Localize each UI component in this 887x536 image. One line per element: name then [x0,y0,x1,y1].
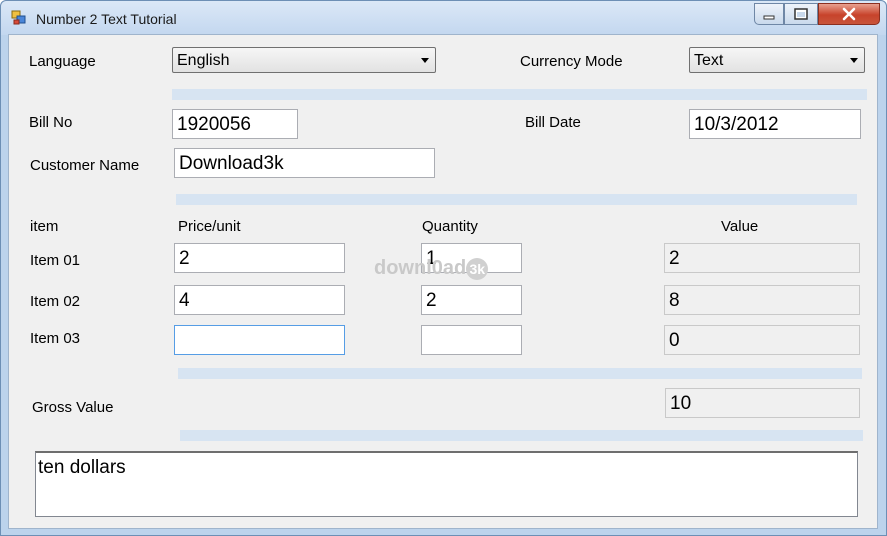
maximize-button[interactable] [784,3,818,25]
value-output: 8 [664,285,860,315]
quantity-column-header: Quantity [422,218,478,235]
gross-value-output: 10 [665,388,860,418]
separator [172,89,867,100]
watermark-logo: downl0ad 3k [374,257,489,280]
separator [176,194,857,205]
customer-name-label: Customer Name [30,157,140,174]
line-value: 0 [669,330,680,351]
separator [180,430,863,441]
bill-date-value: 10/3/2012 [694,114,779,135]
currency-mode-select[interactable]: Text [689,47,865,73]
language-label: Language [29,53,96,70]
minimize-button[interactable] [754,3,784,25]
window-title: Number 2 Text Tutorial [36,11,177,27]
value-output: 0 [664,325,860,355]
currency-mode-select-value: Text [694,52,724,69]
gross-value-label: Gross Value [32,399,114,416]
currency-mode-label: Currency Mode [520,53,623,70]
bill-no-value: 1920056 [177,114,251,135]
close-icon [842,7,856,21]
app-icon [11,10,26,25]
price-input[interactable] [174,325,345,355]
price-input[interactable]: 4 [174,285,345,315]
gross-value: 10 [670,393,692,414]
quantity-input[interactable] [421,325,522,355]
language-select[interactable]: English [172,47,436,73]
language-select-value: English [177,52,230,69]
maximize-icon [794,8,808,20]
watermark-text: downl0ad [374,257,467,279]
watermark-badge: 3k [466,257,489,280]
bill-date-label: Bill Date [525,114,581,131]
chevron-down-icon [850,58,858,63]
customer-name-value: Download3k [179,153,284,174]
price-value: 2 [179,248,190,269]
result-text: ten dollars [38,457,126,478]
line-value: 8 [669,290,680,311]
result-text-area[interactable]: ten dollars [35,451,858,517]
price-value: 4 [179,290,190,311]
item-column-header: item [30,218,59,235]
bill-no-input[interactable]: 1920056 [172,109,298,139]
title-bar[interactable]: Number 2 Text Tutorial [1,1,886,35]
item-label: Item 02 [30,293,81,310]
bill-no-label: Bill No [29,114,73,131]
item-label: Item 01 [30,252,81,269]
bill-date-input[interactable]: 10/3/2012 [689,109,861,139]
close-button[interactable] [818,3,880,25]
chevron-down-icon [421,58,429,63]
value-output: 2 [664,243,860,273]
value-column-header: Value [721,218,759,235]
price-input[interactable]: 2 [174,243,345,273]
quantity-input[interactable]: 2 [421,285,522,315]
line-value: 2 [669,248,680,269]
minimize-icon [763,15,775,20]
customer-name-input[interactable]: Download3k [174,148,435,178]
separator [178,368,862,379]
item-label: Item 03 [30,330,81,347]
price-column-header: Price/unit [178,218,241,235]
quantity-value: 2 [426,290,437,311]
